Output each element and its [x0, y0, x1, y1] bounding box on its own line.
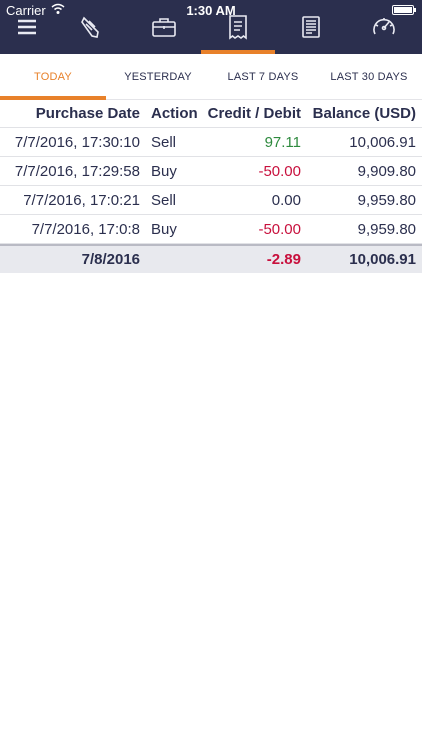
receipt-icon[interactable]: [223, 14, 253, 40]
balance-cell: 9,909.80: [357, 162, 416, 180]
top-navigation-bar: Carrier 1:30 AM: [0, 0, 422, 54]
credit-debit-cell: 0.00: [271, 191, 301, 209]
tab-yesterday[interactable]: YESTERDAY: [106, 54, 210, 100]
header-credit-debit[interactable]: Credit / Debit: [207, 100, 301, 127]
action-cell: Buy: [151, 162, 177, 180]
tab-last-7-days[interactable]: LAST 7 DAYS: [210, 54, 316, 100]
credit-debit-cell: 97.11: [264, 133, 301, 151]
table-header-row: Purchase Date Action Credit / Debit Bala…: [0, 100, 422, 128]
table-row[interactable]: 7/7/2016, 17:29:58 Buy -50.00 9,909.80: [0, 157, 422, 186]
purchase-date-cell: 7/7/2016, 17:30:10: [14, 133, 140, 151]
balance-cell: 10,006.91: [349, 133, 416, 151]
period-tabs: TODAY YESTERDAY LAST 7 DAYS LAST 30 DAYS: [0, 54, 422, 100]
table-row[interactable]: 7/7/2016, 17:0:21 Sell 0.00 9,959.80: [0, 186, 422, 215]
briefcase-icon[interactable]: [149, 14, 179, 40]
action-cell: Buy: [151, 220, 177, 238]
action-cell: Sell: [151, 133, 177, 151]
table-row[interactable]: 7/7/2016, 17:0:8 Buy -50.00 9,959.80: [0, 215, 422, 244]
speedometer-icon[interactable]: [369, 14, 399, 40]
pencil-icon[interactable]: [76, 14, 106, 40]
credit-debit-cell: -50.00: [258, 162, 301, 180]
total-date-cell: 7/8/2016: [81, 251, 140, 268]
credit-debit-cell: -50.00: [258, 220, 301, 238]
table-row[interactable]: 7/7/2016, 17:30:10 Sell 97.11 10,006.91: [0, 128, 422, 157]
menu-icon[interactable]: [12, 14, 42, 40]
status-bar: Carrier 1:30 AM: [0, 0, 422, 20]
total-balance-cell: 10,006.91: [349, 251, 416, 268]
table-total-row: 7/8/2016 -2.89 10,006.91: [0, 244, 422, 273]
purchase-date-cell: 7/7/2016, 17:29:58: [14, 162, 140, 180]
purchase-date-cell: 7/7/2016, 17:0:21: [23, 191, 140, 209]
status-time: 1:30 AM: [186, 3, 236, 18]
tab-today[interactable]: TODAY: [0, 54, 106, 100]
action-cell: Sell: [151, 191, 177, 209]
header-balance[interactable]: Balance (USD): [304, 100, 416, 127]
total-credit-debit-cell: -2.89: [266, 251, 301, 268]
purchase-date-cell: 7/7/2016, 17:0:8: [31, 220, 140, 238]
report-icon[interactable]: [296, 14, 326, 40]
header-action[interactable]: Action: [151, 100, 207, 127]
tab-last-30-days[interactable]: LAST 30 DAYS: [316, 54, 422, 100]
balance-cell: 9,959.80: [357, 220, 416, 238]
header-purchase-date[interactable]: Purchase Date: [0, 100, 140, 127]
transactions-table: Purchase Date Action Credit / Debit Bala…: [0, 100, 422, 273]
balance-cell: 9,959.80: [357, 191, 416, 209]
